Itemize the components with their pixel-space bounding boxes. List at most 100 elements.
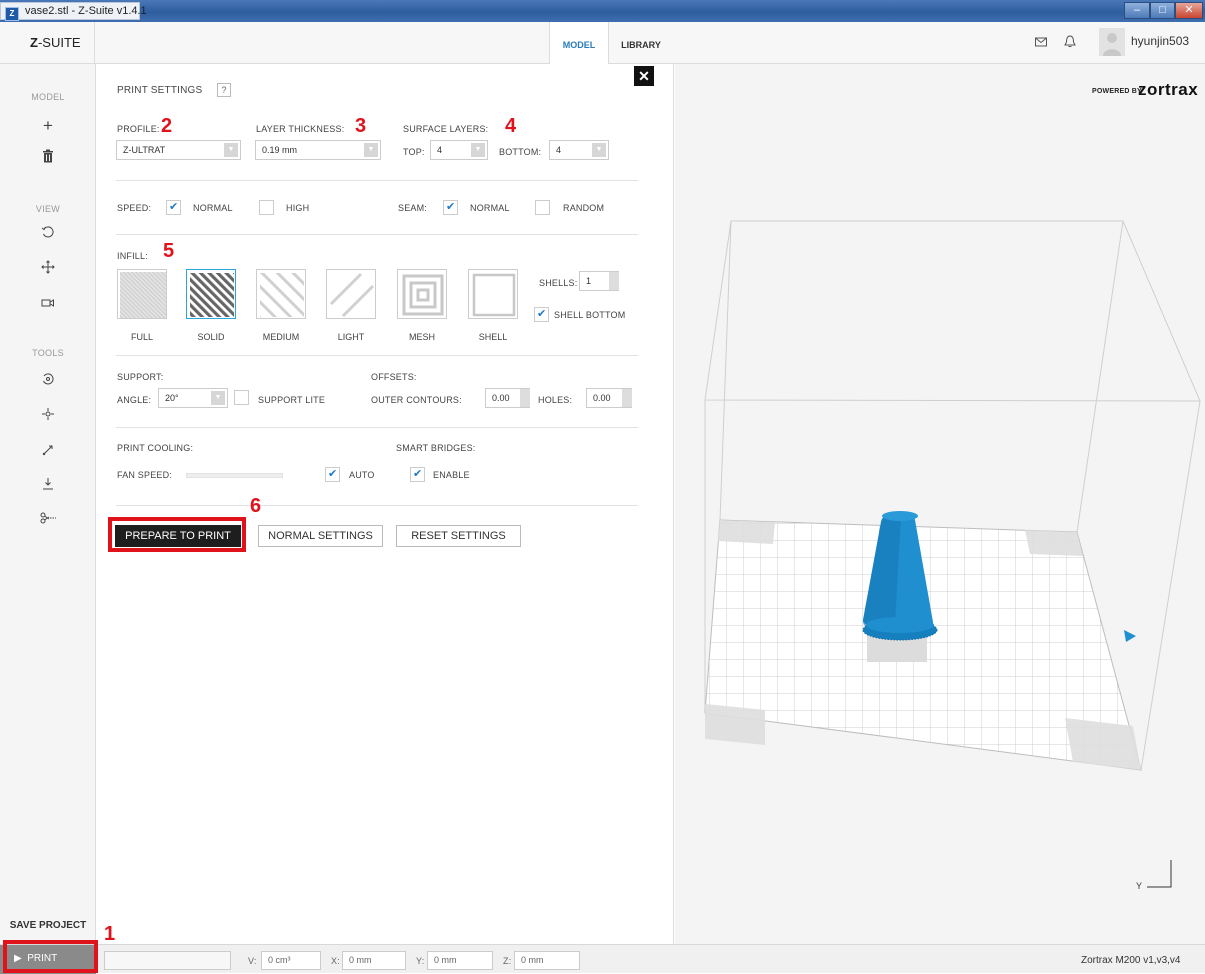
layer-thickness-select[interactable]: 0.19 mm ▼ [255, 140, 381, 160]
speed-high-checkbox[interactable] [259, 200, 274, 215]
print-button[interactable]: ▶ PRINT [14, 953, 57, 964]
bottom-layers-select[interactable]: 4 ▼ [549, 140, 609, 160]
bell-icon[interactable] [1063, 34, 1077, 50]
infill-mesh-option[interactable] [397, 269, 447, 319]
profile-select[interactable]: Z-ULTRAT ▼ [116, 140, 241, 160]
y-label: Y: [416, 956, 425, 966]
tab-model[interactable]: MODEL [549, 22, 609, 65]
infill-full-option[interactable] [117, 269, 167, 319]
chevron-down-icon: ▼ [471, 143, 485, 157]
annotation-6: 6 [250, 495, 262, 517]
annotation-2: 2 [161, 115, 173, 137]
drop-icon[interactable] [38, 476, 58, 496]
seam-normal-checkbox[interactable] [443, 200, 458, 215]
stepper-up[interactable] [609, 272, 619, 281]
maximize-button[interactable]: □ [1150, 2, 1175, 19]
username[interactable]: hyunjin503 [1131, 34, 1189, 48]
pan-icon[interactable] [38, 259, 58, 279]
smart-bridges-label: SMART BRIDGES: [396, 443, 476, 453]
annotation-5: 5 [163, 240, 175, 262]
close-window-button[interactable]: ✕ [1175, 2, 1203, 19]
save-project-button[interactable]: SAVE PROJECT [0, 920, 96, 931]
fan-speed-slider[interactable] [186, 473, 283, 478]
model-viewport[interactable]: POWERED BY zortrax Y [675, 64, 1205, 944]
outer-contours-stepper[interactable]: 0.00 [485, 388, 530, 408]
minimize-button[interactable]: – [1124, 2, 1150, 19]
avatar[interactable] [1099, 28, 1125, 56]
infill-shell-option[interactable] [468, 269, 518, 319]
volume-value: 0 cm³ [261, 951, 321, 970]
annotation-1: 1 [104, 923, 116, 945]
x-label: X: [331, 956, 340, 966]
top-bar: Z-SUITE MODEL LIBRARY hyunjin503 [0, 22, 1205, 65]
z-label: Z: [503, 956, 512, 966]
infill-medium-option[interactable] [256, 269, 306, 319]
bottom-label: BOTTOM: [499, 147, 542, 157]
scale-icon[interactable] [38, 442, 58, 462]
fan-auto-checkbox[interactable] [325, 467, 340, 482]
divider [116, 180, 638, 181]
bridges-enable-checkbox[interactable] [410, 467, 425, 482]
divider [116, 427, 638, 428]
close-panel-button[interactable]: ✕ [634, 66, 654, 86]
mail-icon[interactable] [1034, 35, 1048, 49]
top-layers-select[interactable]: 4 ▼ [430, 140, 488, 160]
annotation-3: 3 [355, 115, 367, 137]
infill-mesh-label: MESH [408, 332, 435, 342]
sidebar: MODEL + VIEW TOOLS SAVE PROJECT [0, 64, 96, 944]
x-value: 0 mm [342, 951, 406, 970]
fan-speed-label: FAN SPEED: [117, 470, 173, 480]
divider [116, 355, 638, 356]
shells-stepper[interactable]: 1 [579, 271, 619, 291]
move-tool-icon[interactable] [38, 406, 58, 426]
seam-random-label: RANDOM [563, 203, 605, 213]
normal-settings-button[interactable]: NORMAL SETTINGS [258, 525, 383, 547]
help-button[interactable]: ? [217, 83, 231, 97]
camera-marker-icon [1124, 630, 1136, 642]
support-lite-label: SUPPORT LITE [258, 395, 326, 405]
plus-icon[interactable]: + [38, 116, 58, 136]
sidebar-section-view: VIEW [35, 204, 61, 214]
angle-select[interactable]: 20° ▼ [158, 388, 228, 408]
axis-y-label: Y [1136, 881, 1143, 891]
window-title-bar: Z vase2.stl - Z-Suite v1.4.1 – □ ✕ [0, 0, 1205, 22]
trash-icon[interactable] [38, 148, 58, 168]
speed-high-label: HIGH [286, 203, 310, 213]
stepper-up[interactable] [622, 389, 632, 398]
chevron-down-icon: ▼ [592, 143, 606, 157]
cut-icon[interactable] [38, 509, 58, 529]
stepper-up[interactable] [520, 389, 530, 398]
shell-bottom-checkbox[interactable] [534, 307, 549, 322]
chevron-down-icon: ▼ [224, 143, 238, 157]
seam-label: SEAM: [398, 203, 428, 213]
chevron-down-icon: ▼ [211, 391, 225, 405]
speed-label: SPEED: [117, 203, 152, 213]
reset-settings-button[interactable]: RESET SETTINGS [396, 525, 521, 547]
top-label: TOP: [403, 147, 425, 157]
infill-light-option[interactable] [326, 269, 376, 319]
angle-label: ANGLE: [117, 395, 152, 405]
support-lite-checkbox[interactable] [234, 390, 249, 405]
printer-model: Zortrax M200 v1,v3,v4 [1081, 955, 1181, 966]
z-value: 0 mm [514, 951, 580, 970]
stepper-down[interactable] [622, 398, 632, 407]
infill-label: INFILL: [117, 251, 148, 261]
shells-label: SHELLS: [539, 278, 578, 288]
camera-icon[interactable] [38, 294, 58, 314]
profile-label: PROFILE: [117, 124, 160, 134]
seam-random-checkbox[interactable] [535, 200, 550, 215]
rotate-view-icon[interactable] [38, 224, 58, 244]
app-logo: Z-SUITE [0, 22, 95, 64]
rotate-tool-icon[interactable] [38, 371, 58, 391]
holes-stepper[interactable]: 0.00 [586, 388, 632, 408]
prepare-to-print-button[interactable]: PREPARE TO PRINT [115, 525, 241, 547]
speed-normal-checkbox[interactable] [166, 200, 181, 215]
tab-library[interactable]: LIBRARY [616, 22, 666, 64]
infill-solid-option[interactable] [186, 269, 236, 319]
infill-shell-label: SHELL [478, 332, 508, 342]
infill-medium-label: MEDIUM [262, 332, 300, 342]
sidebar-section-model: MODEL [31, 92, 65, 102]
stepper-down[interactable] [609, 281, 619, 290]
stepper-down[interactable] [520, 398, 530, 407]
chevron-down-icon: ▼ [364, 143, 378, 157]
